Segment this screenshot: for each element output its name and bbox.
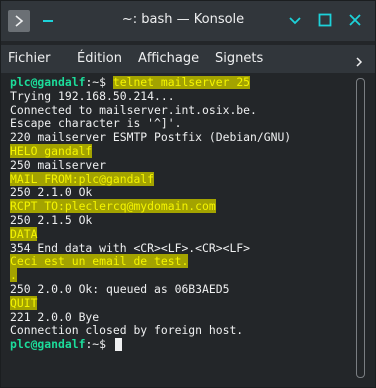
terminal-line: Connected to mailserver.int.osix.be. [10,102,257,117]
terminal-line: . [10,268,350,283]
menu-bar: Fichier Édition Affichage Signets [1,45,375,73]
menu-signets[interactable]: Signets [215,51,263,66]
terminal-output[interactable]: plc@gandalf:~$ telnet mailserver 25 Tryi… [10,76,350,381]
terminal-line: Trying 192.168.50.214... [10,88,175,103]
email-body: Ceci est un email de test. [10,254,189,269]
terminal-line: Connection closed by foreign host. [10,323,244,338]
maximize-button[interactable] [318,13,332,27]
text-cursor [114,338,122,352]
terminal-line: 250 2.0.0 Ok: queued as 06B3AED5 [10,281,230,296]
terminal-line: MAIL FROM:plc@gandalf [10,171,350,187]
close-button[interactable] [348,13,362,27]
terminal-line: Ceci est un email de test. [10,254,350,269]
terminal-line: 250 mailserver [10,157,107,172]
chevron-right-icon[interactable] [353,53,365,67]
prompt-sep: :~$ [85,337,113,352]
smtp-mail-from: MAIL FROM:plc@gandalf [10,171,155,186]
command-telnet: telnet mailserver 25 [112,76,251,89]
smtp-quit: QUIT [10,295,38,310]
smtp-helo: HELO gandalf [10,143,93,158]
terminal-line: 250 2.1.0 Ok [10,185,93,200]
terminal-line: RCPT TO:pleclercq@mydomain.com [10,199,350,214]
terminal-line: DATA [10,226,350,242]
menu-fichier[interactable]: Fichier [8,51,51,66]
minimize-button[interactable] [288,13,302,27]
smtp-data: DATA [10,226,38,241]
menu-edition[interactable]: Édition [77,51,122,66]
terminal-icon[interactable] [8,10,30,32]
terminal-line: 250 2.1.5 Ok [10,212,93,227]
maximize-icon [318,13,332,27]
konsole-window: ~: bash — Konsole Fichier Édition Affich… [0,0,376,388]
window-title: ~: bash — Konsole [121,12,245,27]
prompt-sep: :~$ [85,76,113,89]
terminal-line: HELO gandalf [10,143,350,159]
minimize-icon [289,17,301,25]
smtp-rcpt-to: RCPT TO:pleclercq@mydomain.com [10,199,216,214]
prompt-user: plc@gandalf [10,76,86,89]
keep-above-icon[interactable] [43,20,53,22]
email-end-dot: . [10,268,17,283]
terminal-line: QUIT [10,295,350,311]
title-bar[interactable]: ~: bash — Konsole [1,1,375,41]
terminal-line: 220 mailserver ESMTP Postfix (Debian/GNU… [10,130,292,145]
terminal-line: Escape character is '^]'. [10,116,182,131]
scrollbar[interactable] [356,78,365,378]
terminal-line: plc@gandalf:~$ [10,337,350,352]
terminal-line: 354 End data with <CR><LF>.<CR><LF> [10,240,251,255]
terminal-line: 221 2.0.0 Bye [10,309,100,324]
close-icon [349,14,361,26]
terminal-line: plc@gandalf:~$ telnet mailserver 25 [10,76,350,90]
menu-affichage[interactable]: Affichage [138,51,199,66]
prompt-user: plc@gandalf [10,337,86,352]
